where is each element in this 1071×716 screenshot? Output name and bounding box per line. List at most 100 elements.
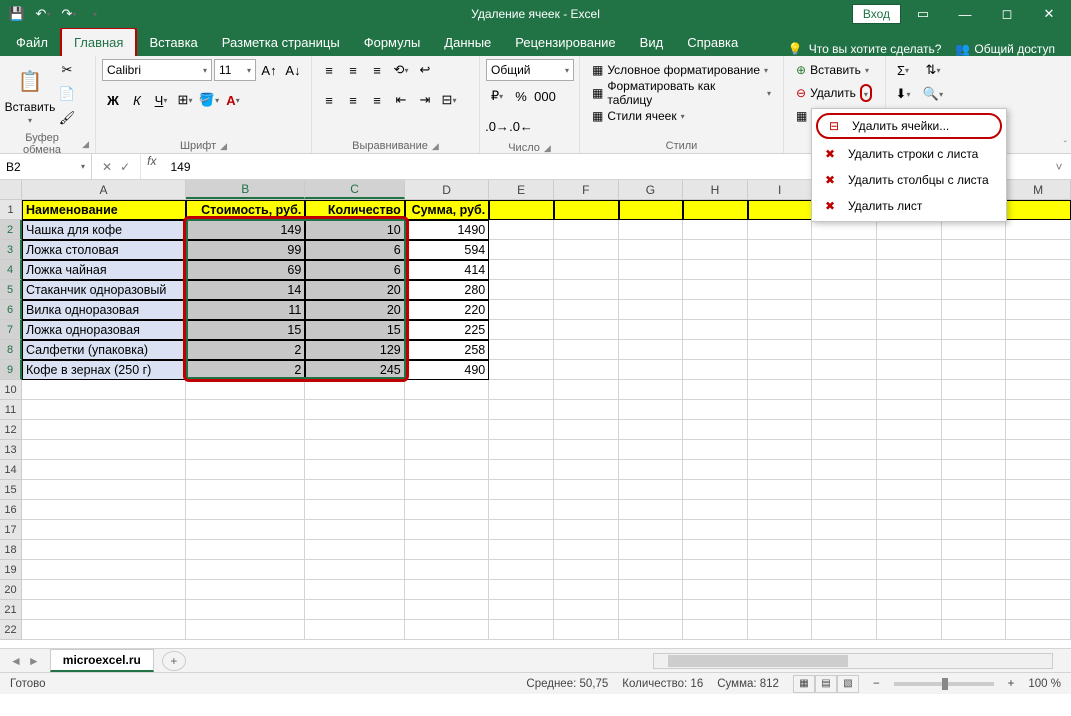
cell[interactable]	[683, 360, 748, 380]
cell[interactable]	[683, 400, 748, 420]
zoom-in-icon[interactable]: +	[1008, 678, 1015, 690]
cell[interactable]	[305, 420, 404, 440]
cell[interactable]	[186, 500, 305, 520]
data-cell[interactable]: 220	[405, 300, 490, 320]
name-cell[interactable]: Вилка одноразовая	[22, 300, 186, 320]
cell[interactable]	[748, 240, 813, 260]
cell[interactable]	[554, 260, 619, 280]
cell[interactable]	[812, 440, 877, 460]
data-cell[interactable]: 245	[305, 360, 404, 380]
cell[interactable]	[554, 280, 619, 300]
cell[interactable]	[186, 580, 305, 600]
cell[interactable]	[405, 540, 490, 560]
cell[interactable]	[489, 320, 554, 340]
cell[interactable]	[186, 460, 305, 480]
cell[interactable]	[186, 380, 305, 400]
cell[interactable]	[186, 400, 305, 420]
cell[interactable]	[683, 460, 748, 480]
cell[interactable]	[554, 240, 619, 260]
tab-home[interactable]: Главная	[60, 27, 137, 56]
cell[interactable]	[619, 460, 684, 480]
column-header[interactable]: E	[489, 180, 554, 199]
increase-decimal-icon[interactable]: .0→	[486, 115, 508, 137]
qat-customize-icon[interactable]: ▾	[84, 3, 106, 25]
cell[interactable]	[877, 580, 942, 600]
data-cell[interactable]: 258	[405, 340, 490, 360]
data-cell[interactable]: 225	[405, 320, 490, 340]
cell[interactable]	[554, 380, 619, 400]
row-header[interactable]: 14	[0, 460, 21, 480]
cell[interactable]	[942, 620, 1007, 640]
column-header[interactable]: A	[22, 180, 186, 199]
cell[interactable]	[748, 560, 813, 580]
zoom-slider[interactable]	[894, 682, 994, 686]
tell-me-search[interactable]: 💡Что вы хотите сделать?	[788, 42, 942, 56]
cell[interactable]	[1006, 280, 1071, 300]
cell[interactable]	[877, 320, 942, 340]
tab-formulas[interactable]: Формулы	[352, 29, 433, 56]
cell[interactable]	[489, 580, 554, 600]
cell[interactable]	[305, 480, 404, 500]
cell[interactable]	[186, 560, 305, 580]
cell[interactable]	[554, 320, 619, 340]
align-bottom-icon[interactable]: ≡	[366, 59, 388, 81]
cell[interactable]	[305, 440, 404, 460]
cell[interactable]	[554, 360, 619, 380]
align-center-icon[interactable]: ≡	[342, 89, 364, 111]
cell[interactable]	[942, 360, 1007, 380]
data-cell[interactable]: 10	[305, 220, 404, 240]
row-header[interactable]: 20	[0, 580, 21, 600]
font-name-selector[interactable]: Calibri▾	[102, 59, 212, 81]
cell[interactable]	[877, 520, 942, 540]
cell[interactable]	[748, 540, 813, 560]
row-header[interactable]: 1	[0, 200, 21, 220]
cell[interactable]	[1006, 580, 1071, 600]
cell[interactable]	[683, 540, 748, 560]
cell[interactable]	[942, 560, 1007, 580]
borders-icon[interactable]: ⊞▾	[174, 89, 196, 111]
cell[interactable]	[305, 540, 404, 560]
cell[interactable]	[942, 440, 1007, 460]
name-cell[interactable]: Ложка чайная	[22, 260, 186, 280]
row-header[interactable]: 10	[0, 380, 21, 400]
align-middle-icon[interactable]: ≡	[342, 59, 364, 81]
cell[interactable]	[305, 560, 404, 580]
cell[interactable]	[1006, 440, 1071, 460]
column-header[interactable]: G	[619, 180, 684, 199]
cell[interactable]	[554, 620, 619, 640]
cell[interactable]	[812, 480, 877, 500]
cell[interactable]	[22, 600, 186, 620]
header-cell[interactable]: Стоимость, руб.	[186, 200, 305, 220]
cell[interactable]	[748, 280, 813, 300]
collapse-ribbon-icon[interactable]: ˇ	[1064, 140, 1067, 151]
cell[interactable]	[942, 580, 1007, 600]
cell[interactable]	[489, 480, 554, 500]
header-cell[interactable]: Наименование	[22, 200, 186, 220]
cell[interactable]	[942, 320, 1007, 340]
autosum-icon[interactable]: Σ▾	[892, 59, 914, 81]
paste-button[interactable]: 📋 Вставить ▾	[6, 59, 54, 131]
cell[interactable]	[22, 440, 186, 460]
data-cell[interactable]: 490	[405, 360, 490, 380]
cell[interactable]	[489, 300, 554, 320]
cell[interactable]	[877, 620, 942, 640]
cell[interactable]	[877, 340, 942, 360]
cell[interactable]	[1006, 260, 1071, 280]
cell[interactable]	[1006, 220, 1071, 240]
cell[interactable]	[619, 360, 684, 380]
sheet-nav-prev-icon[interactable]: ◄	[10, 654, 22, 668]
cell[interactable]	[305, 620, 404, 640]
row-header[interactable]: 17	[0, 520, 21, 540]
bold-icon[interactable]: Ж	[102, 89, 124, 111]
enter-formula-icon[interactable]: ✓	[120, 160, 130, 174]
cell[interactable]	[405, 520, 490, 540]
cell[interactable]	[1006, 460, 1071, 480]
cell[interactable]	[683, 440, 748, 460]
name-cell[interactable]: Стаканчик одноразовый	[22, 280, 186, 300]
cell[interactable]	[619, 520, 684, 540]
cell[interactable]	[619, 400, 684, 420]
cell[interactable]	[812, 500, 877, 520]
cell[interactable]	[619, 620, 684, 640]
cell[interactable]	[812, 380, 877, 400]
cell[interactable]	[619, 420, 684, 440]
